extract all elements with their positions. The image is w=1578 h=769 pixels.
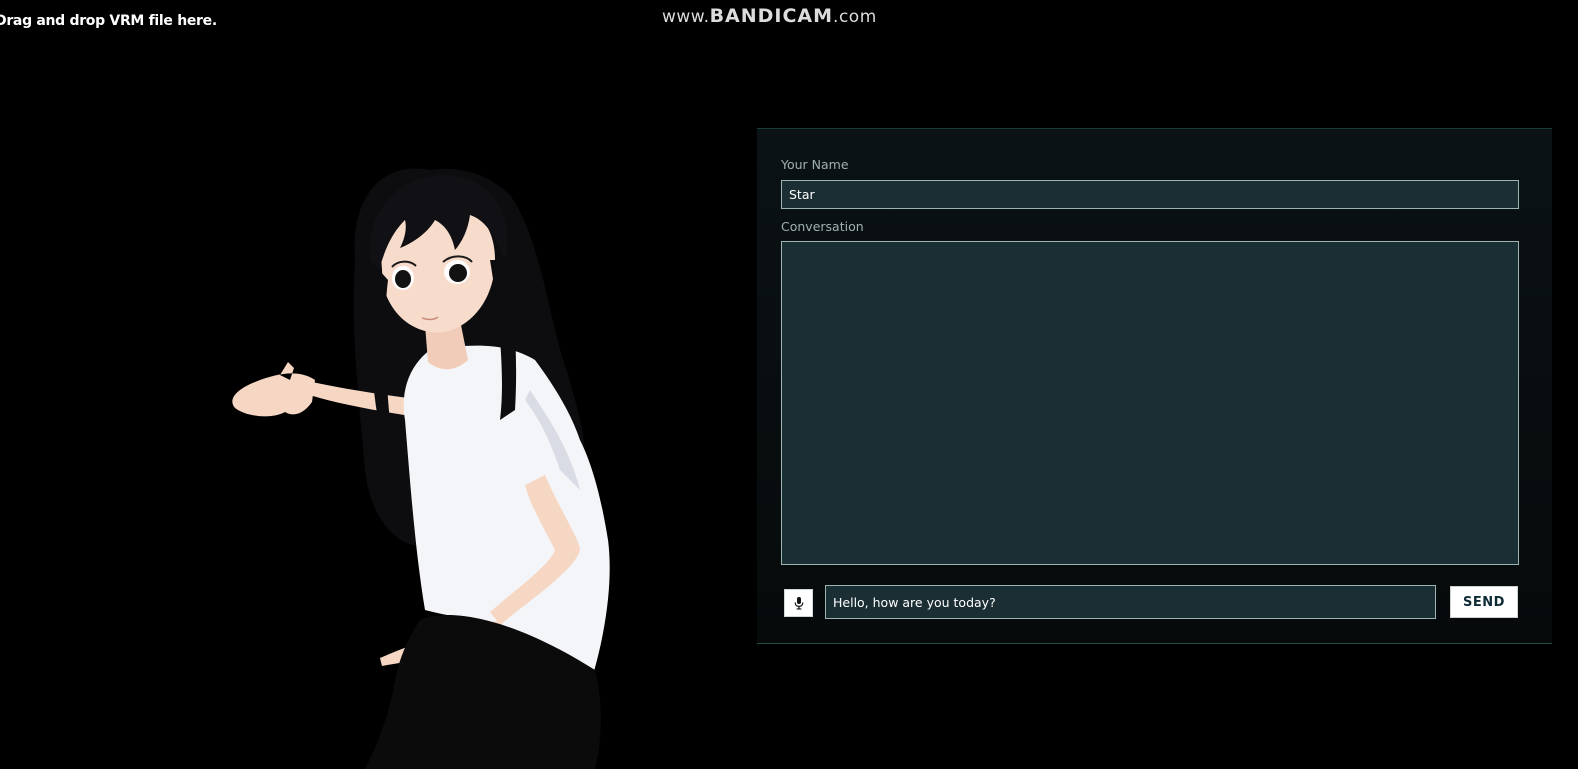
avatar-viewport[interactable] (200, 150, 640, 769)
your-name-label: Your Name (781, 157, 849, 172)
vrm-avatar (232, 168, 610, 769)
watermark-brand: BANDICAM (709, 5, 834, 27)
watermark-prefix: www. (662, 7, 710, 27)
recorder-watermark: www.BANDICAM.com (662, 5, 877, 27)
microphone-button[interactable] (784, 589, 813, 617)
chat-panel: Your Name Conversation SEND (757, 128, 1552, 644)
watermark-suffix: .com (833, 7, 877, 27)
avatar-left-hand (232, 362, 315, 417)
drop-vrm-hint: Drag and drop VRM file here. (0, 13, 217, 29)
message-input[interactable] (825, 585, 1436, 619)
your-name-input[interactable] (781, 180, 1519, 209)
conversation-log[interactable] (781, 241, 1519, 565)
vrm-chat-page: Drag and drop VRM file here. www.BANDICA… (0, 0, 1578, 769)
conversation-label: Conversation (781, 219, 864, 234)
send-button[interactable]: SEND (1450, 586, 1518, 618)
microphone-icon (794, 597, 803, 610)
